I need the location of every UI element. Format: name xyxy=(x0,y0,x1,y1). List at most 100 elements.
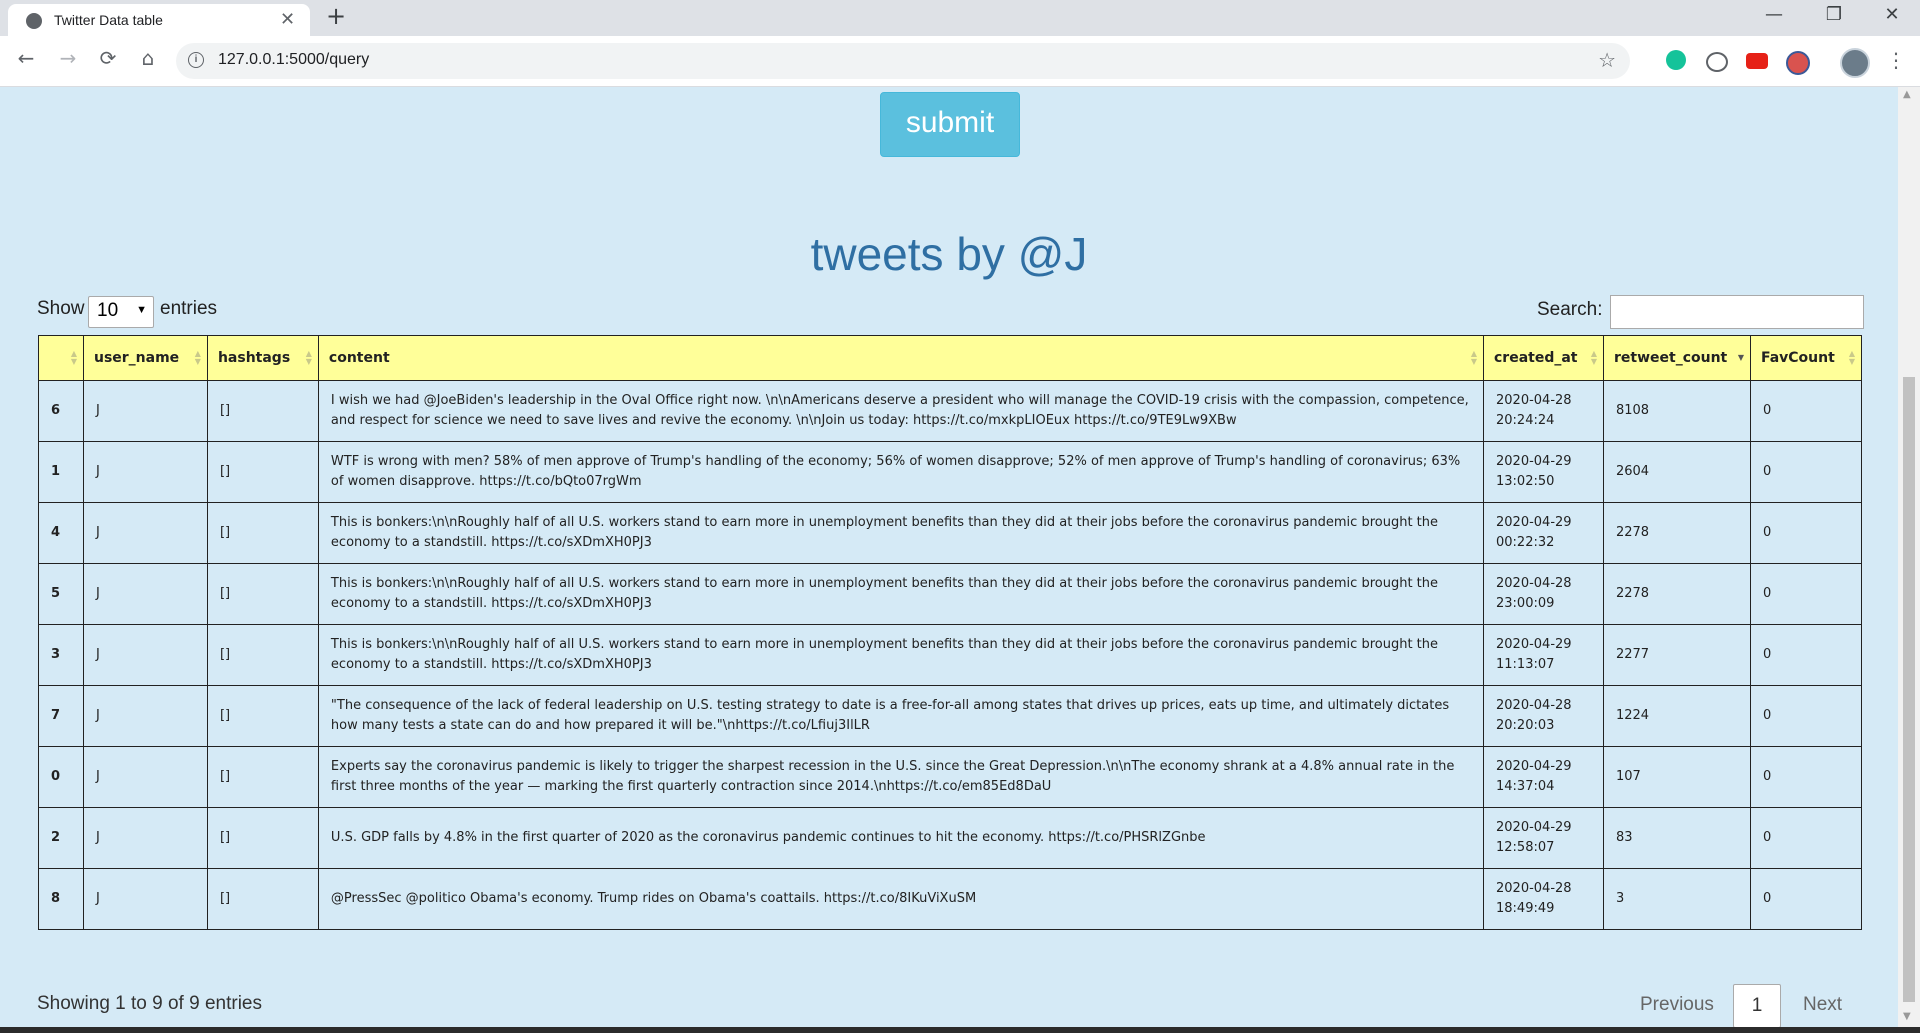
cell-retweet-count: 83 xyxy=(1602,807,1751,869)
cell-user-name: J xyxy=(82,563,208,625)
cell-created-at: 2020-04-28 18:49:49 xyxy=(1483,868,1604,930)
info-icon[interactable]: i xyxy=(188,52,204,68)
grammarly-icon[interactable] xyxy=(1666,50,1686,70)
page-scrollbar[interactable]: ▲ ▼ xyxy=(1898,87,1920,1027)
cell-created-at: 2020-04-29 13:02:50 xyxy=(1483,441,1604,503)
table-row: 4 J[] This is bonkers:\n\nRoughly half of … xyxy=(38,502,1863,564)
table-row: 3 J[] This is bonkers:\n\nRoughly half of … xyxy=(38,624,1863,686)
forward-button[interactable]: → xyxy=(54,46,82,70)
previous-page-button[interactable]: Previous xyxy=(1640,994,1714,1016)
table-row: 6 J[] I wish we had @JoeBiden's leadership… xyxy=(38,380,1863,442)
cell-content: This is bonkers:\n\nRoughly half of all … xyxy=(317,502,1485,564)
cell-content: This is bonkers:\n\nRoughly half of all … xyxy=(317,624,1485,686)
globe-icon xyxy=(26,13,42,29)
cell-content: U.S. GDP falls by 4.8% in the first quar… xyxy=(317,807,1485,869)
page-title: tweets by @J xyxy=(810,228,1088,280)
cell-retweet-count: 107 xyxy=(1602,746,1751,808)
cell-content: @PressSec @politico Obama's economy. Tru… xyxy=(317,868,1485,930)
cell-created-at: 2020-04-28 20:24:24 xyxy=(1483,380,1604,442)
cell-content: I wish we had @JoeBiden's leadership in … xyxy=(317,380,1485,442)
cell-retweet-count: 3 xyxy=(1602,868,1751,930)
scroll-up-icon[interactable]: ▲ xyxy=(1903,89,1911,100)
sort-icon: ▲ ▼ xyxy=(305,349,312,366)
browser-tab[interactable]: Twitter Data table ✕ xyxy=(8,4,310,36)
cell-user-name: J xyxy=(82,441,208,503)
sort-desc-icon: ▼ xyxy=(1737,353,1744,362)
cell-index: 7 xyxy=(38,685,84,747)
reload-button[interactable]: ⟳ xyxy=(94,46,122,70)
extension-icon[interactable] xyxy=(1706,52,1728,72)
sort-icon: ▲ ▼ xyxy=(194,349,201,366)
column-header-retweet-count[interactable]: retweet_count ▼ xyxy=(1602,335,1751,381)
extension-icon-2[interactable] xyxy=(1786,51,1810,75)
cell-favcount: 0 xyxy=(1749,441,1863,503)
cell-user-name: J xyxy=(82,502,208,564)
table-row: 2 J[] U.S. GDP falls by 4.8% in the first … xyxy=(38,807,1863,869)
column-header-content[interactable]: content ▲ ▼ xyxy=(317,335,1485,381)
cell-index: 3 xyxy=(38,624,84,686)
cell-hashtags: [] xyxy=(206,563,319,625)
youtube-icon[interactable] xyxy=(1746,53,1768,69)
url-text[interactable]: 127.0.0.1:5000/query xyxy=(218,51,369,69)
cell-index: 2 xyxy=(38,807,84,869)
cell-created-at: 2020-04-28 23:00:09 xyxy=(1483,563,1604,625)
cell-content: This is bonkers:\n\nRoughly half of all … xyxy=(317,563,1485,625)
column-header-hashtags[interactable]: hashtags ▲ ▼ xyxy=(206,335,319,381)
cell-hashtags: [] xyxy=(206,380,319,442)
column-header-user-name[interactable]: user_name ▲ ▼ xyxy=(82,335,208,381)
cell-retweet-count: 8108 xyxy=(1602,380,1751,442)
search-input[interactable] xyxy=(1610,295,1864,329)
column-header-favcount[interactable]: FavCount ▲ ▼ xyxy=(1749,335,1863,381)
scroll-thumb[interactable] xyxy=(1903,377,1915,1002)
cell-user-name: J xyxy=(82,380,208,442)
sort-icon: ▲ ▼ xyxy=(70,349,77,366)
column-header-index[interactable]: ▲ ▼ xyxy=(38,335,84,381)
column-header-created-at[interactable]: created_at ▲ ▼ xyxy=(1483,335,1604,381)
home-button[interactable]: ⌂ xyxy=(134,46,162,70)
cell-index: 8 xyxy=(38,868,84,930)
sort-icon: ▲ ▼ xyxy=(1848,349,1855,366)
cell-favcount: 0 xyxy=(1749,807,1863,869)
cell-favcount: 0 xyxy=(1749,563,1863,625)
cell-index: 5 xyxy=(38,563,84,625)
cell-favcount: 0 xyxy=(1749,624,1863,686)
cell-hashtags: [] xyxy=(206,746,319,808)
entries-select[interactable]: 10 ▼ xyxy=(88,296,154,328)
cell-retweet-count: 1224 xyxy=(1602,685,1751,747)
cell-retweet-count: 2277 xyxy=(1602,624,1751,686)
cell-content: Experts say the coronavirus pandemic is … xyxy=(317,746,1485,808)
menu-icon[interactable]: ⋮ xyxy=(1886,48,1906,72)
cell-created-at: 2020-04-29 11:13:07 xyxy=(1483,624,1604,686)
cell-index: 0 xyxy=(38,746,84,808)
address-bar[interactable]: i 127.0.0.1:5000/query ☆ xyxy=(176,43,1630,79)
sort-icon: ▲ ▼ xyxy=(1590,349,1597,366)
cell-index: 4 xyxy=(38,502,84,564)
next-page-button[interactable]: Next xyxy=(1803,994,1842,1016)
table-row: 7 J[] "The consequence of the lack of fede… xyxy=(38,685,1863,747)
maximize-button[interactable]: ❐ xyxy=(1814,4,1854,25)
new-tab-button[interactable]: + xyxy=(326,2,346,30)
table-row: 5 J[] This is bonkers:\n\nRoughly half of … xyxy=(38,563,1863,625)
table-body: 6 J[] I wish we had @JoeBiden's leadership… xyxy=(38,380,1863,930)
cell-hashtags: [] xyxy=(206,502,319,564)
cell-index: 6 xyxy=(38,380,84,442)
back-button[interactable]: ← xyxy=(12,46,40,70)
cell-user-name: J xyxy=(82,868,208,930)
cell-retweet-count: 2604 xyxy=(1602,441,1751,503)
chevron-down-icon: ▼ xyxy=(136,304,147,316)
avatar[interactable] xyxy=(1840,48,1870,78)
table-row: 0 J[] Experts say the coronavirus pandemic… xyxy=(38,746,1863,808)
close-window-button[interactable]: ✕ xyxy=(1872,4,1912,25)
submit-button[interactable]: submit xyxy=(880,92,1020,157)
cell-retweet-count: 2278 xyxy=(1602,563,1751,625)
bookmark-star-icon[interactable]: ☆ xyxy=(1598,48,1616,72)
cell-created-at: 2020-04-29 14:37:04 xyxy=(1483,746,1604,808)
minimize-button[interactable]: — xyxy=(1754,4,1794,25)
scroll-down-icon[interactable]: ▼ xyxy=(1903,1011,1911,1022)
cell-favcount: 0 xyxy=(1749,502,1863,564)
cell-user-name: J xyxy=(82,746,208,808)
cell-content: "The consequence of the lack of federal … xyxy=(317,685,1485,747)
current-page-button[interactable]: 1 xyxy=(1733,984,1781,1027)
cell-created-at: 2020-04-28 20:20:03 xyxy=(1483,685,1604,747)
close-tab-icon[interactable]: ✕ xyxy=(280,9,295,30)
